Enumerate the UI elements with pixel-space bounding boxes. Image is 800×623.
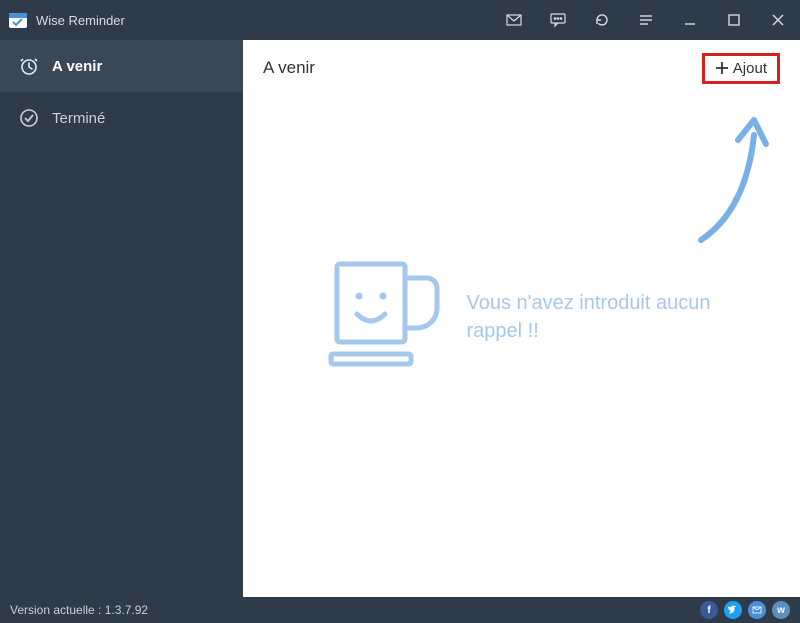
sidebar-item-upcoming[interactable]: A venir bbox=[0, 40, 243, 92]
sidebar-item-label: A venir bbox=[52, 58, 102, 75]
page-title: A venir bbox=[263, 58, 315, 78]
maximize-button[interactable] bbox=[712, 0, 756, 40]
sidebar-item-label: Terminé bbox=[52, 110, 105, 127]
titlebar: Wise Reminder bbox=[0, 0, 800, 40]
main-panel: A venir Ajout Vous n'avez introduit bbox=[243, 40, 800, 597]
sidebar: A venir Terminé bbox=[0, 40, 243, 597]
refresh-icon[interactable] bbox=[580, 0, 624, 40]
wise-social-icon[interactable]: w bbox=[772, 601, 790, 619]
footer: Version actuelle : 1.3.7.92 f w bbox=[0, 597, 800, 623]
add-button-label: Ajout bbox=[733, 60, 767, 77]
mug-icon bbox=[317, 254, 447, 379]
twitter-icon[interactable] bbox=[724, 601, 742, 619]
main-header: A venir Ajout bbox=[243, 40, 800, 96]
feedback-icon[interactable] bbox=[536, 0, 580, 40]
mail-icon[interactable] bbox=[492, 0, 536, 40]
add-button[interactable]: Ajout bbox=[702, 53, 780, 84]
app-title: Wise Reminder bbox=[36, 13, 492, 28]
mail-social-icon[interactable] bbox=[748, 601, 766, 619]
check-circle-icon bbox=[18, 107, 40, 129]
title-controls bbox=[492, 0, 800, 40]
sidebar-item-done[interactable]: Terminé bbox=[0, 92, 243, 144]
facebook-icon[interactable]: f bbox=[700, 601, 718, 619]
close-button[interactable] bbox=[756, 0, 800, 40]
clock-icon bbox=[18, 55, 40, 77]
arrow-hint-icon bbox=[686, 110, 776, 255]
empty-message: Vous n'avez introduit aucun rappel !! bbox=[467, 289, 727, 345]
app-body: A venir Terminé A venir Ajout bbox=[0, 40, 800, 597]
menu-icon[interactable] bbox=[624, 0, 668, 40]
app-logo-icon bbox=[8, 10, 28, 30]
version-label: Version actuelle : 1.3.7.92 bbox=[10, 603, 148, 617]
plus-icon bbox=[715, 61, 729, 75]
social-links: f w bbox=[700, 601, 790, 619]
minimize-button[interactable] bbox=[668, 0, 712, 40]
